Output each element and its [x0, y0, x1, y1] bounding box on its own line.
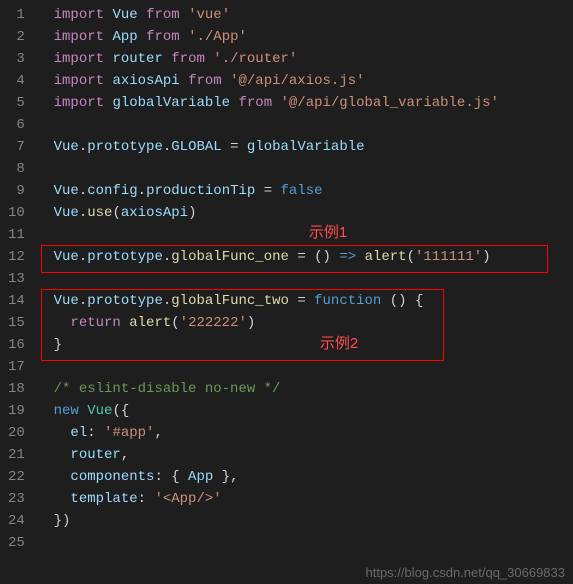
code-line: Vue.use(axiosApi) [37, 202, 573, 224]
code-line: import Vue from 'vue' [37, 4, 573, 26]
code-line [37, 268, 573, 290]
code-line: Vue.prototype.globalFunc_one = () => ale… [37, 246, 573, 268]
code-line [37, 158, 573, 180]
code-line: template: '<App/>' [37, 488, 573, 510]
code-line: import axiosApi from '@/api/axios.js' [37, 70, 573, 92]
watermark: https://blog.csdn.net/qq_30669833 [366, 565, 566, 580]
code-line: import router from './router' [37, 48, 573, 70]
code-line: Vue.config.productionTip = false [37, 180, 573, 202]
code-line: el: '#app', [37, 422, 573, 444]
code-line: import globalVariable from '@/api/global… [37, 92, 573, 114]
code-line: Vue.prototype.globalFunc_two = function … [37, 290, 573, 312]
code-line: /* eslint-disable no-new */ [37, 378, 573, 400]
code-line: Vue.prototype.GLOBAL = globalVariable [37, 136, 573, 158]
code-line: import App from './App' [37, 26, 573, 48]
code-line [37, 224, 573, 246]
code-line: router, [37, 444, 573, 466]
code-line: components: { App }, [37, 466, 573, 488]
code-line [37, 114, 573, 136]
code-area[interactable]: import Vue from 'vue' import App from '.… [37, 0, 573, 584]
code-line: } [37, 334, 573, 356]
code-line: return alert('222222') [37, 312, 573, 334]
code-line [37, 356, 573, 378]
code-line: new Vue({ [37, 400, 573, 422]
code-line [37, 532, 573, 554]
code-line: }) [37, 510, 573, 532]
code-editor[interactable]: 1234567891011121314151617181920212223242… [0, 0, 573, 584]
line-gutter: 1234567891011121314151617181920212223242… [0, 0, 37, 584]
